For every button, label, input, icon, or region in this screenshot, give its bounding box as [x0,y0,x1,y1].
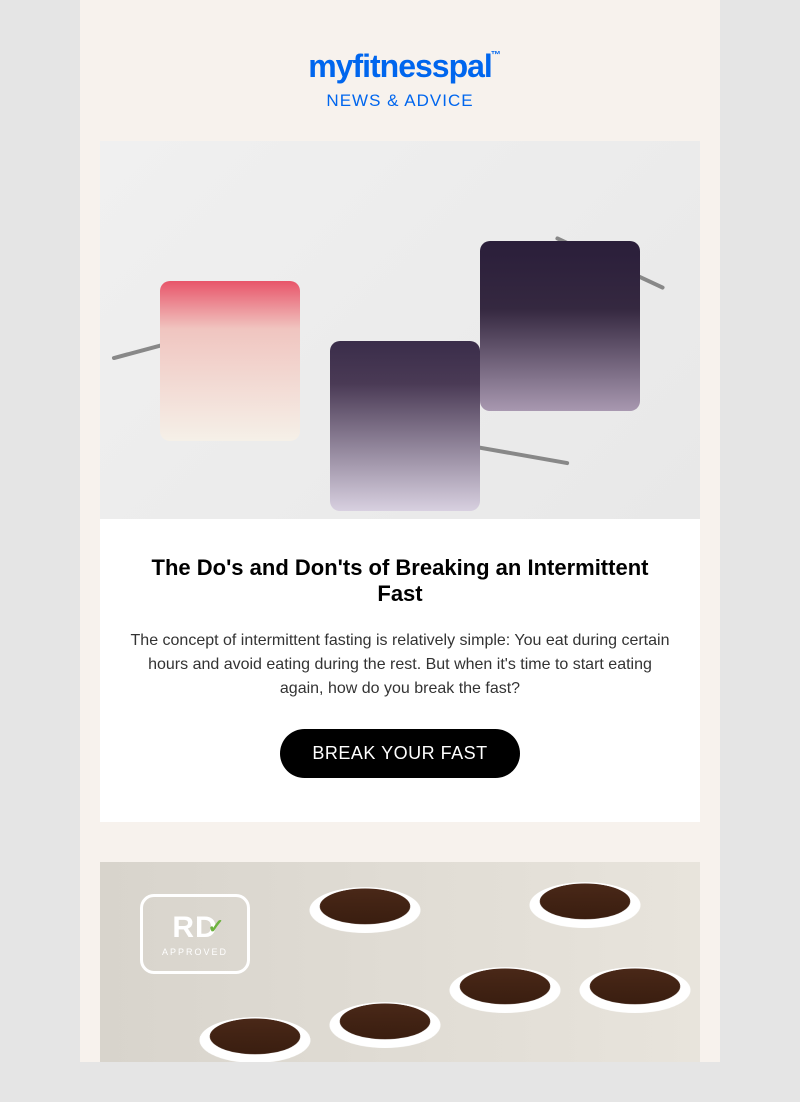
rd-badge-sub: APPROVED [162,947,228,957]
tagline: NEWS & ADVICE [100,91,700,111]
header: myfitnesspal™ NEWS & ADVICE [80,0,720,141]
card-content: The Do's and Don'ts of Breaking an Inter… [100,519,700,822]
article-body: The concept of intermittent fasting is r… [130,629,670,701]
article-card-1: The Do's and Don'ts of Breaking an Inter… [100,141,700,822]
article-title[interactable]: The Do's and Don'ts of Breaking an Inter… [130,555,670,607]
email-container: myfitnesspal™ NEWS & ADVICE The Do's and… [80,0,720,1062]
rd-approved-badge: RD ✓ APPROVED [140,894,250,974]
jar-blueberry [480,241,640,411]
jar-strawberry [160,281,300,441]
brand-logo[interactable]: myfitnesspal™ [308,48,492,85]
hero-image-oats[interactable] [100,141,700,519]
article-card-2: RD ✓ APPROVED [100,862,700,1062]
jar-blueberry-granola [330,341,480,511]
hero-image-cups[interactable]: RD ✓ APPROVED [100,862,700,1062]
rd-badge-main: RD ✓ [172,911,217,945]
cta-button-break-fast[interactable]: BREAK YOUR FAST [280,729,519,778]
trademark-symbol: ™ [491,50,500,61]
checkmark-icon: ✓ [208,914,224,930]
logo-text: myfitnesspal [308,48,492,84]
